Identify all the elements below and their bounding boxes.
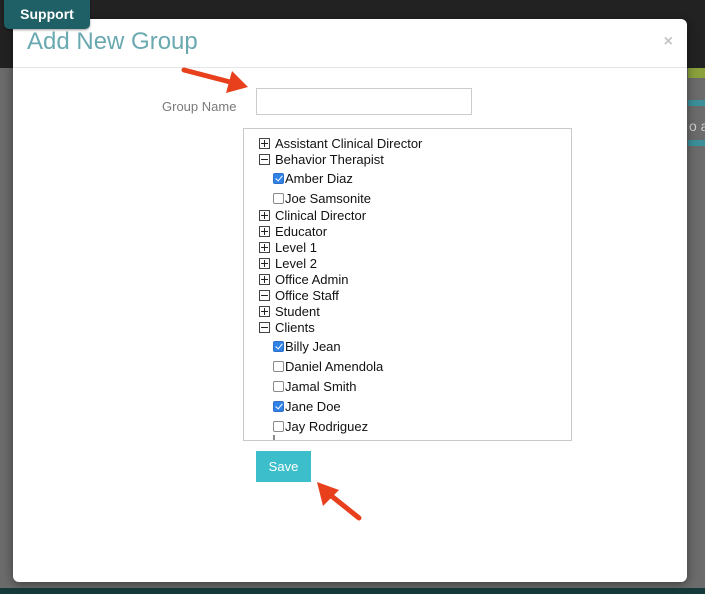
modal-title: Add New Group: [27, 28, 198, 55]
group-name-label: Group Name: [162, 99, 237, 114]
save-button[interactable]: Save: [256, 451, 311, 482]
tree-row-label: Assistant Clinical Director: [275, 135, 423, 151]
group-name-input[interactable]: [256, 88, 472, 115]
plus-box-icon[interactable]: [259, 225, 270, 237]
tree-row-label: Joe Samsonite: [285, 190, 371, 206]
tree-row-label: Student: [275, 303, 320, 319]
tree-row-label: Daniel Amendola: [285, 358, 384, 374]
plus-box-icon[interactable]: [259, 273, 270, 285]
member-checkbox[interactable]: [273, 172, 284, 184]
tree-member-row[interactable]: Daniel Amendola: [273, 356, 383, 376]
tree-member-row[interactable]: Joe Samsonite: [273, 188, 371, 208]
tree-group-row[interactable]: Level 1: [259, 239, 317, 255]
support-tab[interactable]: Support: [4, 0, 90, 29]
tree-group-row[interactable]: Office Staff: [259, 287, 339, 303]
minus-box-icon[interactable]: [259, 289, 270, 301]
tree-member-row[interactable]: Jay Rodriguez: [273, 416, 368, 436]
plus-box-icon[interactable]: [259, 241, 270, 253]
tree-row-label: Office Admin: [275, 271, 349, 287]
tree-member-row[interactable]: Jane Doe: [273, 396, 341, 416]
tree-row-label: Jane Doe: [285, 398, 341, 414]
tree-row-label: Level 2: [275, 255, 317, 271]
tree-member-row[interactable]: Amber Diaz: [273, 168, 353, 188]
member-checkbox[interactable]: [273, 340, 284, 352]
background-bottom-bar: [0, 588, 705, 594]
tree-group-row[interactable]: Clients: [259, 319, 315, 335]
tree-group-row[interactable]: Student: [259, 303, 320, 319]
tree-row-label: Office Staff: [275, 287, 339, 303]
member-checkbox[interactable]: [273, 400, 284, 412]
tree-row-label: Billy Jean: [285, 338, 341, 354]
plus-box-icon[interactable]: [259, 137, 270, 149]
red-arrow-icon: [181, 67, 248, 93]
tree-group-row[interactable]: Educator: [259, 223, 327, 239]
minus-box-icon[interactable]: [259, 153, 270, 165]
group-member-tree[interactable]: Assistant Clinical Director Behavior Ther…: [243, 128, 572, 441]
tree-member-row[interactable]: Billy Jean: [273, 336, 341, 356]
tree-group-row[interactable]: Office Admin: [259, 271, 348, 287]
tree-row-label: Educator: [275, 223, 328, 239]
background-accent-strip: [688, 68, 705, 78]
tree-row-label: Amber Diaz: [285, 170, 353, 186]
tree-row-label: Clinical Director: [275, 207, 367, 223]
member-checkbox[interactable]: [273, 360, 284, 372]
tree-row-label: Clients: [275, 319, 315, 335]
tree-group-row[interactable]: Behavior Therapist: [259, 151, 384, 167]
tree-group-row[interactable]: Assistant Clinical Director: [259, 135, 422, 151]
close-icon[interactable]: ×: [664, 33, 673, 51]
background-accent-strip: [688, 100, 705, 106]
tree-row-label: Jay Rodriguez: [285, 418, 369, 434]
tree-row-label: Level 1: [275, 239, 317, 255]
member-checkbox[interactable]: [273, 192, 284, 204]
member-checkbox[interactable]: [273, 420, 284, 432]
plus-box-icon[interactable]: [259, 209, 270, 221]
background-accent-strip: [688, 140, 705, 146]
plus-box-icon[interactable]: [259, 305, 270, 317]
tree-group-row[interactable]: Clinical Director: [259, 207, 366, 223]
background-text: o a: [689, 118, 705, 134]
minus-box-icon[interactable]: [259, 321, 270, 333]
modal-header: Add New Group ×: [13, 19, 687, 68]
plus-box-icon[interactable]: [259, 257, 270, 269]
tree-row-label: Jamal Smith: [285, 378, 357, 394]
red-arrow-icon: [317, 482, 362, 521]
tree-row-label: Behavior Therapist: [275, 151, 384, 167]
tree-member-row[interactable]: Jamal Smith: [273, 376, 357, 396]
member-checkbox[interactable]: [273, 380, 284, 392]
tree-group-row[interactable]: Level 2: [259, 255, 317, 271]
